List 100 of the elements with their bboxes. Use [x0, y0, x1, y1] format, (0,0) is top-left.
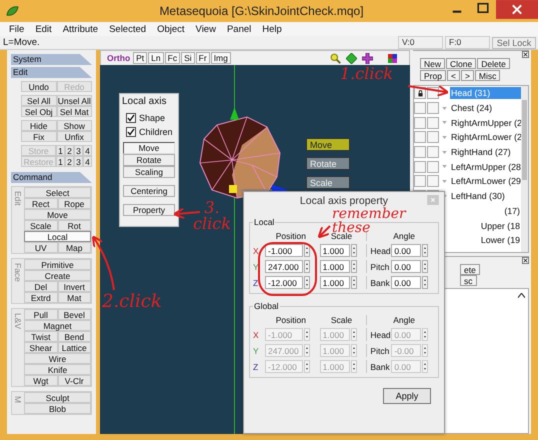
object-name[interactable]: Chest (24): [450, 102, 494, 114]
object-name[interactable]: Upper (18: [480, 220, 521, 232]
visibility-toggle[interactable]: [414, 175, 426, 188]
command-button[interactable]: Create: [24, 270, 91, 281]
panel-button[interactable]: Sel Obj: [21, 106, 56, 117]
panel-button[interactable]: 4: [83, 145, 92, 156]
sel-lock-button[interactable]: Sel Lock: [492, 36, 536, 48]
lock-toggle[interactable]: [427, 146, 439, 158]
menu-item[interactable]: Object: [157, 24, 185, 34]
command-button[interactable]: Wgt: [24, 375, 58, 386]
visibility-toggle[interactable]: [414, 160, 426, 173]
panel-button[interactable]: Sel All: [21, 95, 56, 106]
command-button[interactable]: Blob: [24, 403, 91, 414]
command-button[interactable]: Scale: [24, 220, 58, 231]
command-button[interactable]: Del: [24, 281, 58, 292]
lock-toggle[interactable]: [427, 102, 439, 114]
object-name[interactable]: LeftArmLower (29: [450, 175, 522, 188]
spinner-control[interactable]: [304, 260, 310, 273]
search-icon[interactable]: [330, 52, 341, 64]
menu-item[interactable]: Selected: [109, 24, 146, 34]
lock-toggle[interactable]: [427, 175, 439, 188]
command-button[interactable]: Sculpt: [24, 392, 91, 403]
command-button[interactable]: Invert: [58, 281, 91, 292]
panel-button[interactable]: Unfix: [56, 131, 92, 142]
scale-field[interactable]: 1.000: [320, 244, 350, 257]
section-header[interactable]: Command: [11, 172, 92, 183]
command-button[interactable]: Lattice: [58, 342, 91, 353]
scale-field[interactable]: 1.000: [320, 276, 350, 289]
panel-button[interactable]: 2: [65, 156, 74, 167]
close-icon[interactable]: [522, 51, 529, 58]
view-toggle[interactable]: Ln: [148, 52, 164, 64]
view-toggle[interactable]: Img: [210, 52, 231, 64]
checkbox[interactable]: [126, 113, 136, 123]
command-button[interactable]: Bend: [58, 331, 91, 342]
scroll-up-icon[interactable]: [518, 293, 525, 298]
command-button[interactable]: Magnet: [24, 320, 91, 331]
object-name[interactable]: Lower (19: [480, 234, 521, 246]
section-header[interactable]: Edit: [11, 67, 92, 78]
angle-field[interactable]: 0.00: [391, 244, 422, 257]
view-toggle[interactable]: Pt: [133, 52, 148, 64]
lock-toggle[interactable]: [427, 160, 439, 173]
panel-button[interactable]: Hide: [21, 120, 56, 131]
cross-icon[interactable]: [362, 52, 373, 64]
command-button[interactable]: Wire: [24, 353, 91, 364]
object-name[interactable]: LeftArmUpper (28: [450, 160, 522, 173]
spinner-control[interactable]: [350, 260, 357, 273]
panel-button[interactable]: Undo: [21, 81, 56, 92]
menu-item[interactable]: Help: [262, 24, 282, 34]
position-field[interactable]: 247.000: [265, 260, 303, 273]
view-toggle[interactable]: Si: [181, 52, 195, 64]
menu-item[interactable]: View: [196, 24, 216, 34]
command-button[interactable]: Primitive: [24, 259, 91, 270]
panel-button[interactable]: Unsel All: [56, 95, 92, 106]
view-toggle[interactable]: Fc: [164, 52, 180, 64]
panel-button[interactable]: Sel Mat: [56, 106, 92, 117]
menu-item[interactable]: Panel: [226, 24, 252, 34]
mode-button[interactable]: Move: [123, 142, 175, 154]
angle-field[interactable]: 0.00: [391, 276, 422, 289]
command-button[interactable]: Select: [24, 187, 91, 198]
object-button[interactable]: Prop: [420, 70, 446, 81]
command-button[interactable]: Rot: [58, 220, 91, 231]
command-button[interactable]: Move: [24, 209, 91, 220]
command-button[interactable]: Twist: [24, 331, 58, 342]
mode-button[interactable]: Rotate: [123, 154, 175, 166]
view-toggle[interactable]: Fr: [196, 52, 210, 64]
object-button[interactable]: <: [446, 70, 460, 81]
object-name[interactable]: LeftHand (30): [450, 190, 506, 202]
spinner-control[interactable]: [350, 276, 357, 289]
object-button[interactable]: Clone: [446, 58, 476, 69]
command-button[interactable]: Local: [24, 231, 91, 242]
panel-button[interactable]: 2: [65, 145, 74, 156]
command-button[interactable]: UV: [24, 242, 58, 253]
spinner-control[interactable]: [350, 244, 357, 257]
command-button[interactable]: Knife: [24, 364, 91, 375]
panel-button[interactable]: 3: [74, 156, 83, 167]
command-button[interactable]: Bevel: [58, 309, 91, 320]
close-icon[interactable]: [522, 257, 529, 264]
panel-button[interactable]: Fix: [21, 131, 56, 142]
object-button[interactable]: Delete: [477, 58, 510, 69]
apply-button[interactable]: Apply: [383, 388, 431, 404]
object-button[interactable]: New: [420, 58, 446, 69]
command-button[interactable]: Map: [58, 242, 91, 253]
property-button[interactable]: Property: [123, 204, 175, 216]
command-button[interactable]: Extrd: [24, 292, 58, 303]
menu-item[interactable]: Edit: [35, 24, 52, 34]
object-name[interactable]: (17): [503, 204, 521, 217]
scale-field[interactable]: 1.000: [320, 260, 350, 273]
spinner-control[interactable]: [422, 260, 428, 273]
material-button[interactable]: ete: [460, 264, 480, 275]
command-button[interactable]: Mat: [58, 292, 91, 303]
spinner-control[interactable]: [304, 276, 310, 289]
gizmo-button[interactable]: Move: [306, 138, 350, 151]
lock-toggle[interactable]: [427, 131, 439, 144]
section-header[interactable]: System: [11, 54, 92, 65]
panel-button[interactable]: 4: [83, 156, 92, 167]
angle-field[interactable]: 0.00: [391, 260, 422, 273]
panel-button[interactable]: 3: [74, 145, 83, 156]
command-button[interactable]: Rope: [58, 198, 91, 209]
visibility-toggle[interactable]: [414, 116, 426, 129]
visibility-toggle[interactable]: [414, 102, 426, 114]
